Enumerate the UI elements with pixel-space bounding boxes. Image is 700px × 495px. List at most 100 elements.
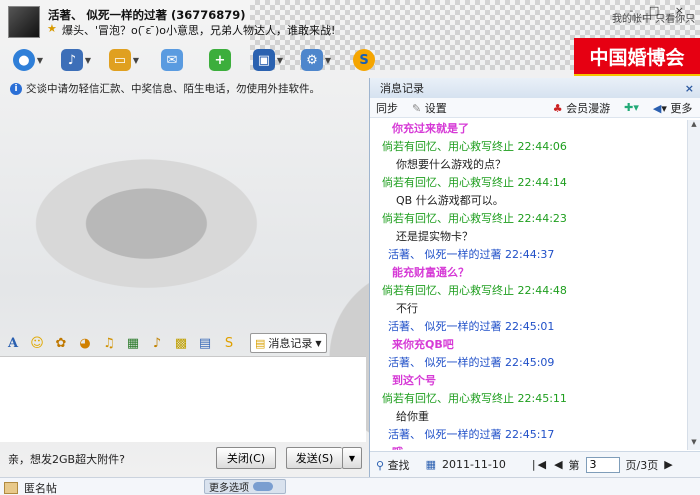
message-text: 到这个号 bbox=[392, 374, 436, 387]
post-icon bbox=[4, 482, 18, 494]
message-header: 活著、 似死一样的过著 22:45:01 bbox=[388, 320, 555, 333]
window-controls[interactable]: - □ × bbox=[629, 4, 690, 17]
message-input[interactable] bbox=[0, 356, 366, 442]
anonymous-post[interactable]: 匿名帖 bbox=[4, 480, 57, 495]
message-text: QB 什么游戏都可以。 bbox=[396, 194, 504, 207]
close-icon[interactable]: × bbox=[685, 82, 694, 95]
softmgr-button[interactable]: S bbox=[342, 44, 386, 76]
message-text: 你想要什么游戏的点？ bbox=[396, 158, 506, 171]
calendar-icon[interactable]: ▦ bbox=[426, 458, 436, 471]
gamepad-icon: ✚ bbox=[624, 101, 634, 114]
mail-icon: ✉ bbox=[161, 49, 183, 71]
message-text: 来你充QB吧 bbox=[392, 338, 454, 351]
voice-call-button[interactable]: ♪ ▼ bbox=[54, 44, 98, 76]
app-box-button[interactable]: + bbox=[198, 44, 242, 76]
warning-text: 交谈中请勿轻信汇款、中奖信息、陌生电话，勿使用外挂软件。 bbox=[26, 83, 320, 95]
panel-title: 消息记录 bbox=[380, 82, 424, 95]
log-scrollbar[interactable]: ▲ ▼ bbox=[687, 120, 700, 450]
message-header: 倘若有回忆、用心救写终止 22:44:23 bbox=[382, 212, 567, 225]
message-header: 倘若有回忆、用心救写终止 22:45:11 bbox=[382, 392, 567, 405]
more-options-toggle[interactable]: 更多选项 bbox=[204, 479, 286, 494]
first-page-icon[interactable]: |◀ bbox=[532, 458, 548, 471]
panel-footer: ⚲ 查找 ▦ 2011-11-10 |◀ ◀ 第 页/3页 ▶ bbox=[370, 451, 700, 477]
game-button[interactable]: ✚▾ bbox=[624, 101, 639, 114]
panel-header: 消息记录 × bbox=[370, 78, 700, 98]
avatar[interactable] bbox=[8, 6, 40, 38]
toggle-icon bbox=[253, 482, 273, 491]
message-text: 你充过来就是了 bbox=[392, 122, 469, 135]
anonymous-label: 匿名帖 bbox=[24, 482, 57, 495]
file-transfer-button[interactable]: ▭ ▼ bbox=[102, 44, 146, 76]
outer-bar: 匿名帖 更多选项 bbox=[0, 477, 700, 495]
image-icon[interactable]: ▦ bbox=[124, 334, 142, 352]
scroll-down-icon[interactable]: ▼ bbox=[688, 438, 700, 450]
more-options-label: 更多选项 bbox=[209, 483, 249, 494]
message-record-panel: 消息记录 × 同步 ✎ 设置 ♣ 会员漫游 ✚▾ ◀▾ 更多 你充过来就是了倘若… bbox=[369, 78, 700, 477]
chat-window: 活著、 似死一样的过著 (36776879) ★ 爆头、'冒泡？o( ̄ε ̄)… bbox=[0, 0, 700, 477]
s-app-icon[interactable]: S bbox=[220, 334, 238, 352]
message-log[interactable]: 你充过来就是了倘若有回忆、用心救写终止 22:44:06 你想要什么游戏的点？ 倘若… bbox=[370, 120, 687, 450]
search-button[interactable]: ⚲ 查找 bbox=[376, 457, 410, 473]
more-label: 更多 bbox=[670, 101, 693, 115]
format-bar: A ☺ ✿ ◕ ♫ ▦ ♪ ▩ ▤ S ▤ 消息记录 ▼ bbox=[4, 332, 364, 354]
font-icon[interactable]: A bbox=[4, 334, 22, 352]
search-label: 查找 bbox=[387, 458, 410, 472]
more-button[interactable]: ◀▾ 更多 bbox=[653, 100, 693, 116]
microphone-icon: ♪ bbox=[60, 49, 83, 71]
message-record-button[interactable]: ▤ 消息记录 ▼ bbox=[250, 333, 327, 353]
s-logo-icon: S bbox=[353, 49, 375, 71]
send-email-button[interactable]: ✉ bbox=[150, 44, 194, 76]
display-settings-button[interactable]: ▣ ▼ bbox=[246, 44, 290, 76]
message-header: 倘若有回忆、用心救写终止 22:44:14 bbox=[382, 176, 567, 189]
close-button[interactable]: 关闭(C) bbox=[216, 447, 276, 469]
page-input[interactable] bbox=[585, 456, 620, 473]
magic-emoticon-icon[interactable]: ✿ bbox=[52, 334, 70, 352]
message-record-label: 消息记录 bbox=[268, 337, 313, 350]
chevron-down-icon: ▼ bbox=[315, 338, 322, 348]
message-header: 活著、 似死一样的过著 22:44:37 bbox=[388, 248, 555, 261]
star-icon: ★ bbox=[47, 22, 57, 35]
chat-history-area[interactable] bbox=[0, 96, 366, 328]
video-call-button[interactable]: ● ▼ bbox=[6, 44, 50, 76]
prev-page-icon[interactable]: ◀ bbox=[554, 458, 562, 471]
gear-icon: ⚙ bbox=[300, 49, 323, 71]
vip-roam-button[interactable]: ♣ 会员漫游 bbox=[553, 100, 610, 116]
signature: 爆头、'冒泡？o( ̄ε ̄)o小意思，兄弟人物达人，谁敢来战! bbox=[62, 24, 336, 37]
page-label: 第 bbox=[568, 458, 580, 472]
vip-roam-label: 会员漫游 bbox=[566, 101, 611, 115]
camera-icon: ● bbox=[12, 49, 35, 71]
contact-title: 活著、 似死一样的过著 (36776879) bbox=[48, 8, 246, 22]
message-header: 活著、 似死一样的过著 22:45:09 bbox=[388, 356, 555, 369]
send-button[interactable]: 发送(S) bbox=[286, 447, 342, 469]
search-icon: ⚲ bbox=[376, 458, 385, 472]
sync-button[interactable]: 同步 bbox=[376, 100, 398, 116]
gift-icon[interactable]: ▩ bbox=[172, 334, 190, 352]
music-icon[interactable]: ♪ bbox=[148, 334, 166, 352]
emoticon-icon[interactable]: ☺ bbox=[28, 334, 46, 352]
settings-label: 设置 bbox=[424, 101, 447, 115]
next-page-icon[interactable]: ▶ bbox=[664, 458, 672, 471]
record-icon: ▤ bbox=[255, 336, 266, 350]
shake-icon[interactable]: ◕ bbox=[76, 334, 94, 352]
message-text: 哦 bbox=[370, 444, 687, 450]
monitor-icon: ▣ bbox=[252, 49, 275, 71]
plus-box-icon: + bbox=[209, 49, 231, 71]
security-warning: i 交谈中请勿轻信汇款、中奖信息、陌生电话，勿使用外挂软件。 bbox=[10, 81, 320, 96]
message-text: 还是提实物卡？ bbox=[396, 230, 473, 243]
send-options-button[interactable]: ▼ bbox=[342, 447, 362, 469]
speaker-icon: ◀ bbox=[652, 101, 662, 115]
info-icon: i bbox=[10, 82, 22, 95]
chat-toolbar: ● ▼ ♪ ▼ ▭ ▼ ✉ + ▣ ▼ ⚙ ▼ S bbox=[6, 44, 386, 78]
ad-banner[interactable]: 中国婚博会 bbox=[574, 38, 700, 76]
screenshot-icon[interactable]: ▤ bbox=[196, 334, 214, 352]
page-total: 页/3页 bbox=[625, 458, 659, 472]
scroll-up-icon[interactable]: ▲ bbox=[688, 120, 700, 132]
date-value[interactable]: 2011-11-10 bbox=[442, 458, 506, 471]
penguin-icon: ♣ bbox=[552, 101, 563, 115]
settings-button[interactable]: ✎ 设置 bbox=[412, 100, 447, 116]
voice-message-icon[interactable]: ♫ bbox=[100, 334, 118, 352]
more-tools-button[interactable]: ⚙ ▼ bbox=[294, 44, 338, 76]
attachment-tip[interactable]: 亲，想发2GB超大附件? bbox=[8, 451, 125, 467]
message-text: 不行 bbox=[396, 302, 418, 315]
message-header: 倘若有回忆、用心救写终止 22:44:06 bbox=[382, 140, 567, 153]
